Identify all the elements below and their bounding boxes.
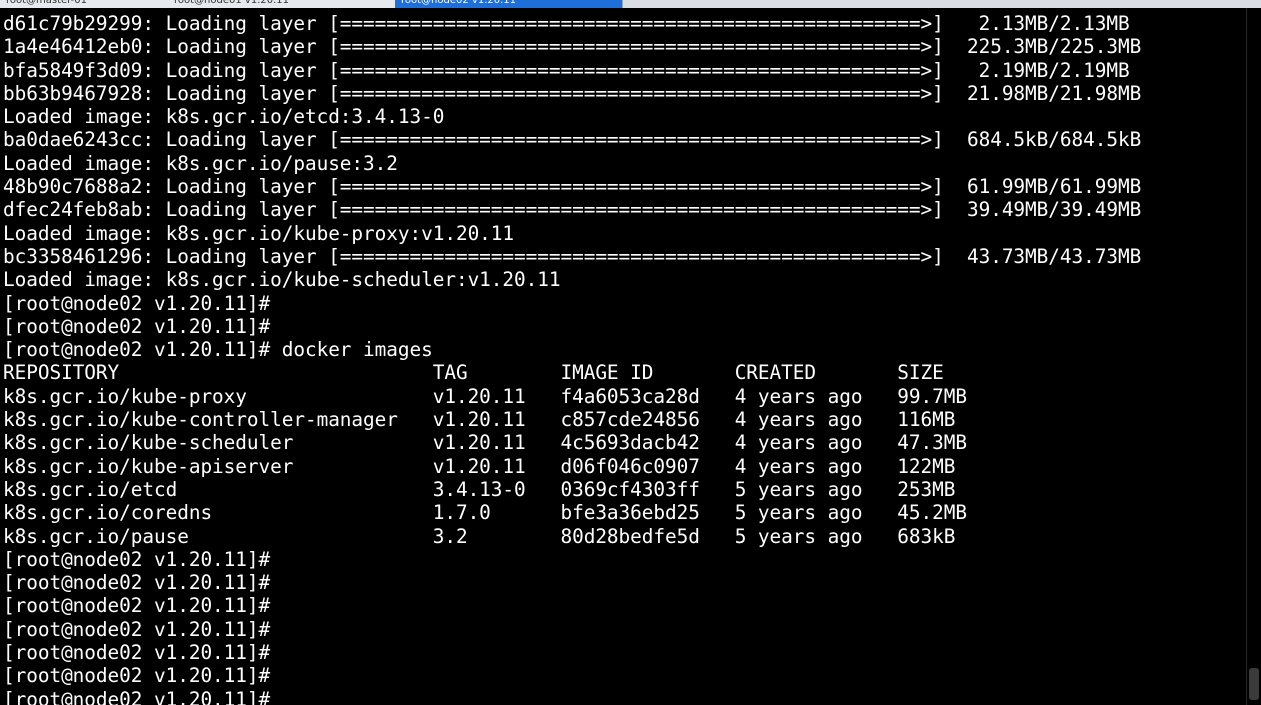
- terminal-line: bc3358461296: Loading layer [===========…: [3, 244, 1142, 268]
- vertical-scrollbar[interactable]: [1246, 8, 1261, 705]
- table-row: k8s.gcr.io/etcd 3.4.13-0 0369cf4303ff 5 …: [3, 477, 956, 501]
- prompt-line: [root@node02 v1.20.11]#: [3, 641, 271, 665]
- table-header: REPOSITORY TAG IMAGE ID CREATED SIZE: [3, 361, 944, 385]
- terminal-line: ba0dae6243cc: Loading layer [===========…: [3, 128, 1142, 152]
- table-row: k8s.gcr.io/pause 3.2 80d28bedfe5d 5 year…: [3, 524, 956, 548]
- terminal-line: bfa5849f3d09: Loading layer [===========…: [3, 58, 1130, 82]
- prompt-line: [root@node02 v1.20.11]#: [3, 594, 271, 618]
- prompt-line: [root@node02 v1.20.11]#: [3, 547, 271, 571]
- tab-bar: root@master-01 root@node01 v1.20.11 root…: [0, 0, 1261, 8]
- table-row: k8s.gcr.io/kube-controller-manager v1.20…: [3, 408, 956, 432]
- terminal-line: Loaded image: k8s.gcr.io/kube-proxy:v1.2…: [3, 221, 515, 245]
- terminal-line: Loaded image: k8s.gcr.io/etcd:3.4.13-0: [3, 105, 445, 129]
- command-line: [root@node02 v1.20.11]# docker images: [3, 338, 433, 362]
- table-row: k8s.gcr.io/kube-proxy v1.20.11 f4a6053ca…: [3, 384, 967, 408]
- table-row: k8s.gcr.io/coredns 1.7.0 bfe3a36ebd25 5 …: [3, 501, 967, 525]
- terminal-line: Loaded image: k8s.gcr.io/kube-scheduler:…: [3, 268, 561, 292]
- terminal-line: Loaded image: k8s.gcr.io/pause:3.2: [3, 151, 398, 175]
- prompt-line: [root@node02 v1.20.11]#: [3, 291, 271, 315]
- tab-session-3-active[interactable]: root@node02 v1.20.11: [395, 0, 623, 8]
- prompt-line-active: [root@node02 v1.20.11]#: [3, 687, 271, 705]
- terminal-line: 1a4e46412eb0: Loading layer [===========…: [3, 35, 1142, 59]
- tab-session-1[interactable]: root@master-01: [0, 0, 173, 8]
- terminal-line: dfec24feb8ab: Loading layer [===========…: [3, 198, 1142, 222]
- terminal-line: bb63b9467928: Loading layer [===========…: [3, 81, 1142, 105]
- prompt-line: [root@node02 v1.20.11]#: [3, 664, 271, 688]
- table-row: k8s.gcr.io/kube-apiserver v1.20.11 d06f0…: [3, 454, 956, 478]
- terminal-output[interactable]: d61c79b29299: Loading layer [===========…: [3, 12, 1245, 705]
- table-row: k8s.gcr.io/kube-scheduler v1.20.11 4c569…: [3, 431, 967, 455]
- scrollbar-thumb[interactable]: [1249, 668, 1259, 700]
- prompt-line: [root@node02 v1.20.11]#: [3, 617, 271, 641]
- prompt-line: [root@node02 v1.20.11]#: [3, 314, 271, 338]
- prompt-line: [root@node02 v1.20.11]#: [3, 571, 271, 595]
- tab-session-2[interactable]: root@node01 v1.20.11: [168, 0, 401, 8]
- terminal-line: d61c79b29299: Loading layer [===========…: [3, 12, 1130, 35]
- terminal-line: 48b90c7688a2: Loading layer [===========…: [3, 175, 1142, 199]
